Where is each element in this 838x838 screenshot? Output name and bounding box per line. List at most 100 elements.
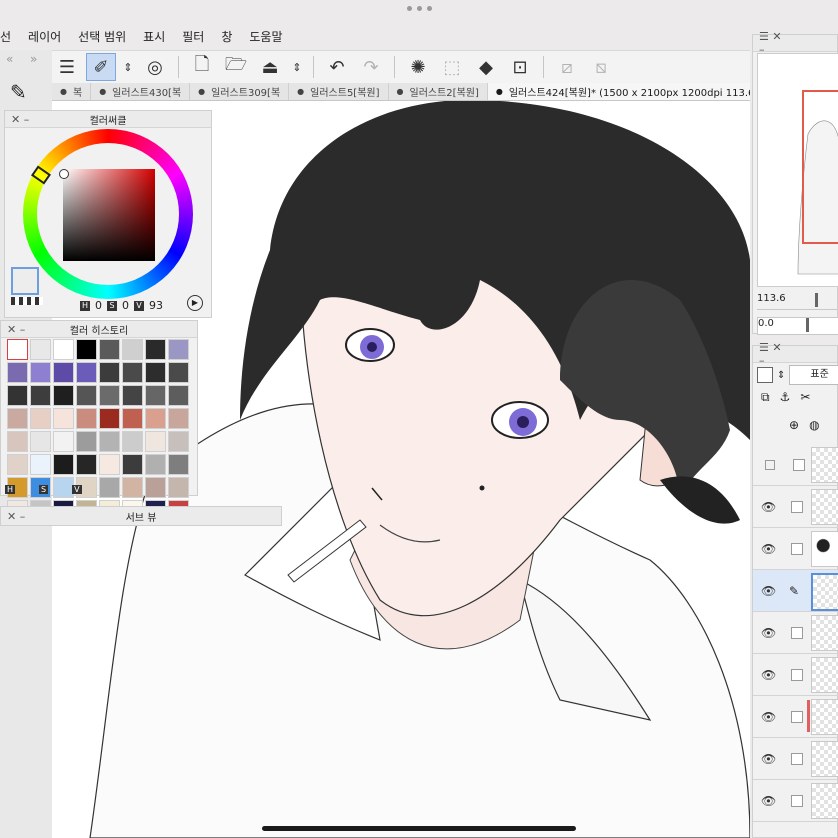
color-swatch[interactable] [30,408,51,429]
color-swatch[interactable] [122,362,143,383]
color-swatch[interactable] [99,454,120,475]
layer-row[interactable]: 👁 [753,654,838,696]
menu-item-window[interactable]: 창 [221,28,232,45]
play-icon[interactable]: ▶ [187,295,203,311]
navigator-preview[interactable] [757,53,838,287]
eye-icon[interactable]: 👁 [761,500,777,514]
eye-icon[interactable]: 👁 [761,752,777,766]
layer-checkbox[interactable] [791,542,803,555]
eye-icon[interactable]: 👁 [761,668,777,682]
color-swatch[interactable] [122,339,143,360]
color-swatch[interactable] [53,408,74,429]
menu-item-selection[interactable]: 선택 범위 [78,28,126,45]
tab-doc-4[interactable]: ● 일러스트5[복원] [289,83,389,100]
layer-row[interactable] [753,444,838,486]
color-swatch[interactable] [168,454,189,475]
color-swatch[interactable] [7,385,28,406]
menu-item-select[interactable]: 선 [0,28,11,45]
color-swatch[interactable] [7,431,28,452]
color-swatch[interactable] [7,408,28,429]
invert-icon[interactable]: ⧅ [586,53,616,81]
reference-icon[interactable]: ⚓ [780,390,791,405]
footer-s[interactable]: S [39,485,49,494]
color-swatch[interactable] [168,385,189,406]
layer-row[interactable]: 👁 [753,696,838,738]
rotation-slider-thumb[interactable] [806,318,809,332]
color-swatch[interactable] [145,339,166,360]
expand-right-icon[interactable]: » [30,52,37,66]
pen-icon[interactable]: ✎ [789,584,799,598]
layer-checkbox[interactable] [791,500,803,513]
tab-doc-3[interactable]: ● 일러스트309[복 [190,83,290,100]
redo-icon[interactable]: ↷ [356,53,386,81]
stepper-icon[interactable]: ⇕ [777,370,785,381]
color-swatch[interactable] [30,385,51,406]
hidden-eye-icon[interactable] [765,459,775,470]
color-swatch[interactable] [99,431,120,452]
fill-icon[interactable]: ◆ [471,53,501,81]
deselect-icon[interactable]: ⧄ [552,53,582,81]
panel-close-icon[interactable]: ✕ – [7,323,37,336]
select-all-icon[interactable]: ⬚ [437,53,467,81]
tab-doc-5[interactable]: ● 일러스트2[복원] [389,83,488,100]
color-swatch[interactable] [99,385,120,406]
color-swatch[interactable] [7,454,28,475]
new-file-icon[interactable]: 🗋 [187,53,217,81]
layer-checkbox[interactable] [791,752,803,765]
layer-checkbox[interactable] [791,794,803,807]
menu-item-help[interactable]: 도움말 [249,28,282,45]
color-swatch[interactable] [122,385,143,406]
color-swatch[interactable] [99,408,120,429]
menu-item-layer[interactable]: 레이어 [28,28,61,45]
open-folder-icon[interactable]: 🗁 [221,53,251,81]
main-color-swatch[interactable] [11,267,39,295]
blend-mode-select[interactable]: 표준 [789,365,838,385]
color-swatch[interactable] [99,362,120,383]
eye-icon[interactable]: 👁 [761,584,777,598]
tab-doc-active[interactable]: ● 일러스트424[복원]* (1500 x 2100px 1200dpi 113… [487,83,750,100]
rotation-readout[interactable]: 0.0 [757,317,838,335]
color-swatch[interactable] [145,454,166,475]
color-swatch[interactable] [53,385,74,406]
eye-icon[interactable]: 👁 [761,710,777,724]
layer-checkbox[interactable] [791,668,803,681]
target-icon[interactable]: ◍ [809,418,819,432]
footer-v[interactable]: V [72,485,82,494]
collapse-left-icon[interactable]: « [6,52,13,66]
color-swatch[interactable] [145,431,166,452]
color-swatch[interactable] [145,362,166,383]
color-swatch[interactable] [30,431,51,452]
color-swatch[interactable] [76,362,97,383]
home-indicator[interactable] [262,826,576,831]
panel-close-icon[interactable]: ✕ – [11,113,41,126]
transform-icon[interactable]: ⊡ [505,53,535,81]
color-swatch[interactable] [53,362,74,383]
eye-icon[interactable]: 👁 [761,626,777,640]
layer-checkbox[interactable] [793,458,805,471]
color-swatch[interactable] [53,339,74,360]
save-icon[interactable]: ⏏ [255,53,285,81]
menu-item-filter[interactable]: 필터 [182,28,204,45]
color-swatch[interactable] [76,339,97,360]
color-swatch[interactable] [145,385,166,406]
undo-icon[interactable]: ↶ [322,53,352,81]
stepper2-icon[interactable]: ⇕ [289,53,305,81]
color-swatch[interactable] [53,431,74,452]
color-swatch[interactable] [30,339,51,360]
layer-row[interactable]: 👁 ✎ [753,570,838,612]
vector-tool-icon[interactable]: ✎ [10,80,27,104]
color-swatch[interactable] [76,454,97,475]
color-swatch[interactable] [53,454,74,475]
color-swatch[interactable] [76,385,97,406]
transparent-swatch[interactable] [11,297,43,305]
color-swatch[interactable] [30,454,51,475]
color-swatch[interactable] [145,408,166,429]
color-swatch[interactable] [99,339,120,360]
layer-checkbox[interactable] [791,710,803,723]
tab-doc-2[interactable]: ● 일러스트430[복 [91,83,191,100]
menu-item-view[interactable]: 표시 [143,28,165,45]
color-swatch[interactable] [122,431,143,452]
color-swatch[interactable] [168,339,189,360]
loading-icon[interactable]: ✺ [403,53,433,81]
color-swatch[interactable] [168,362,189,383]
